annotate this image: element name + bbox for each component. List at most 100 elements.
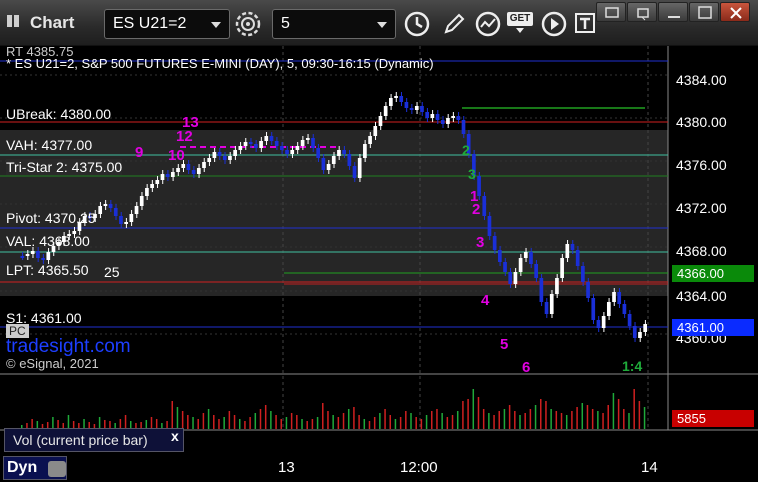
volume-bar bbox=[560, 413, 563, 429]
volume-bar bbox=[213, 415, 215, 429]
volume-bar bbox=[347, 409, 350, 429]
candle bbox=[503, 262, 507, 272]
candle bbox=[596, 320, 601, 328]
volume-bar bbox=[327, 411, 329, 429]
candle bbox=[300, 140, 305, 146]
volume-bar bbox=[550, 409, 552, 429]
fib-count-label: 5 bbox=[500, 336, 509, 353]
volume-bar bbox=[228, 411, 231, 429]
volume-bar bbox=[197, 419, 199, 429]
chevron-down-icon bbox=[516, 28, 524, 33]
volume-bar bbox=[202, 413, 205, 429]
get-data-icon[interactable]: GET bbox=[507, 12, 533, 33]
volume-bar bbox=[581, 403, 584, 429]
volume-bar bbox=[514, 411, 516, 429]
candle bbox=[41, 258, 45, 260]
candle bbox=[186, 164, 191, 170]
candle bbox=[492, 236, 497, 250]
candle bbox=[217, 152, 222, 156]
candle bbox=[378, 116, 383, 126]
candle bbox=[446, 118, 450, 124]
symbol-input[interactable]: ES U21=2 bbox=[104, 9, 230, 39]
candle bbox=[326, 164, 331, 170]
window-restore-button[interactable] bbox=[627, 2, 657, 22]
volume-bar bbox=[353, 407, 355, 429]
volume-bar bbox=[311, 419, 314, 429]
candle bbox=[414, 106, 419, 110]
volume-bar bbox=[586, 405, 589, 429]
window-maximize-button[interactable] bbox=[689, 2, 719, 22]
volume-legend[interactable]: Vol (current price bar) bbox=[4, 428, 184, 452]
level-price-box: 4366.00 bbox=[672, 265, 754, 282]
volume-bar bbox=[259, 409, 262, 429]
play-icon[interactable] bbox=[540, 10, 568, 38]
volume-bar bbox=[638, 401, 641, 429]
window-link-button[interactable] bbox=[596, 2, 626, 22]
candle bbox=[601, 316, 606, 328]
settings-gear-icon[interactable] bbox=[234, 10, 262, 38]
candle bbox=[171, 172, 175, 177]
candle bbox=[202, 162, 206, 168]
level-label-val: VAL: 4368.00 bbox=[6, 233, 90, 249]
candle bbox=[176, 168, 180, 172]
candle bbox=[430, 114, 435, 118]
candle bbox=[290, 150, 295, 154]
level-label-ubreak: UBreak: 4380.00 bbox=[6, 106, 112, 122]
interval-select[interactable]: 5 bbox=[272, 9, 396, 39]
candle bbox=[124, 222, 128, 224]
candle bbox=[259, 141, 263, 148]
candle bbox=[331, 156, 336, 164]
volume-bar bbox=[280, 419, 283, 429]
volume-value-box: 5855 bbox=[672, 410, 754, 427]
watermark: tradesight.com bbox=[6, 336, 131, 357]
volume-bar bbox=[607, 405, 609, 429]
close-icon[interactable]: x bbox=[171, 428, 179, 444]
candle bbox=[181, 164, 186, 168]
volume-bar bbox=[628, 413, 630, 429]
volume-bar bbox=[519, 415, 521, 429]
candle bbox=[575, 250, 580, 266]
volume-bar bbox=[441, 413, 443, 429]
candle bbox=[383, 106, 388, 116]
candle bbox=[529, 252, 533, 264]
dynamic-button[interactable]: Dyn bbox=[3, 456, 67, 480]
candle bbox=[207, 158, 212, 162]
chevron-down-icon[interactable] bbox=[377, 22, 387, 28]
volume-bar bbox=[477, 397, 480, 429]
candle bbox=[539, 278, 544, 302]
volume-bar bbox=[296, 415, 298, 429]
price-chart[interactable]: RT 4385.75 * ES U21=2, S&P 500 FUTURES E… bbox=[0, 44, 758, 454]
volume-bar bbox=[612, 393, 615, 429]
candle bbox=[108, 204, 113, 208]
candle bbox=[456, 116, 461, 120]
candle bbox=[30, 251, 35, 254]
candle bbox=[145, 188, 149, 196]
volume-bar bbox=[207, 409, 210, 429]
close-icon bbox=[730, 7, 742, 19]
window-close-button[interactable] bbox=[720, 2, 750, 22]
green-count-label: 1:4 bbox=[622, 358, 643, 374]
lock-icon[interactable] bbox=[48, 461, 66, 477]
candle bbox=[285, 150, 289, 154]
candle bbox=[129, 214, 134, 222]
volume-bar bbox=[488, 413, 490, 429]
title-bar: Chart ES U21=2 5 GET bbox=[0, 0, 758, 46]
get-label: GET bbox=[507, 12, 533, 26]
candle bbox=[591, 298, 596, 320]
volume-bar bbox=[363, 419, 366, 429]
green-count-label: 2 bbox=[462, 142, 470, 158]
chevron-down-icon[interactable] bbox=[211, 22, 221, 28]
y-axis-label: 4364.00 bbox=[676, 288, 727, 304]
candle bbox=[523, 252, 528, 258]
volume-bar bbox=[254, 413, 257, 429]
interval-value: 5 bbox=[281, 15, 290, 32]
candle bbox=[25, 254, 30, 256]
candle bbox=[347, 154, 352, 166]
candle bbox=[46, 252, 51, 260]
clock-icon[interactable] bbox=[403, 10, 431, 38]
window-minimize-button[interactable] bbox=[658, 2, 688, 22]
candle bbox=[612, 292, 616, 302]
window-title: Chart bbox=[30, 13, 75, 32]
draw-pencil-icon[interactable] bbox=[440, 10, 468, 38]
study-icon[interactable] bbox=[474, 10, 502, 38]
